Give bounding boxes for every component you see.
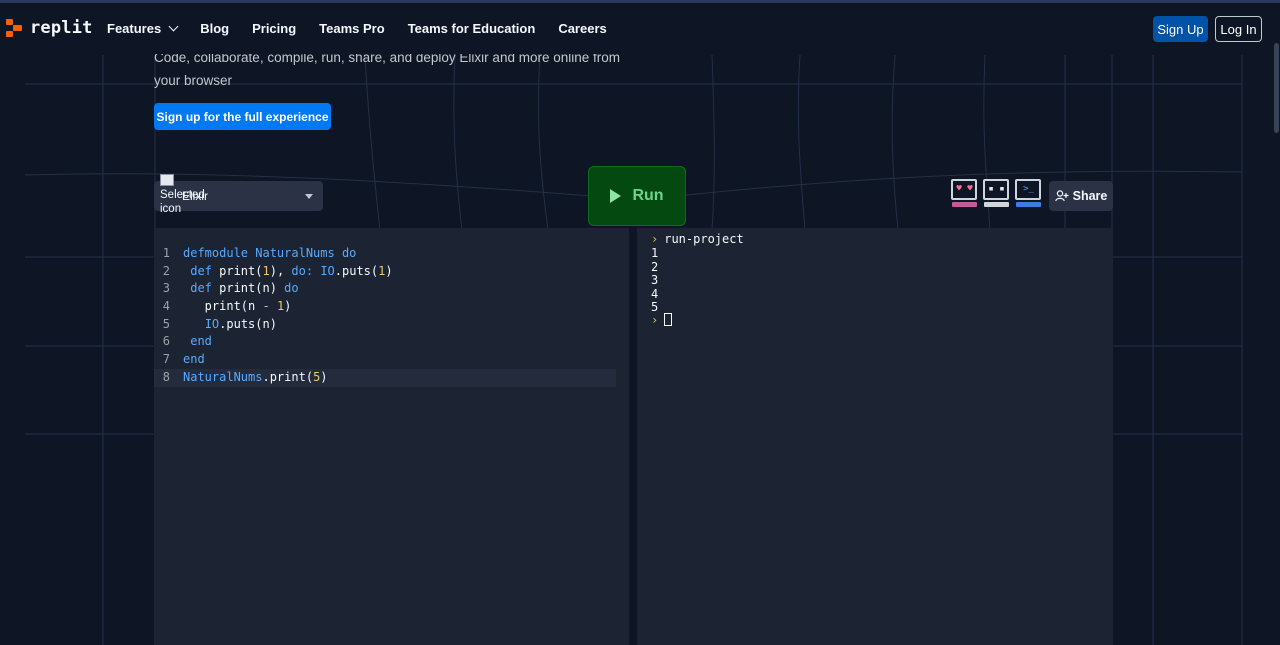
code-line[interactable]: 7 end — [154, 351, 629, 369]
code-line[interactable]: 2 def print(1), do: IO.puts(1) — [154, 263, 629, 281]
language-select-value: Elixir — [182, 189, 208, 203]
dropdown-arrow-icon — [305, 194, 313, 199]
code-token: ) — [284, 299, 292, 314]
code-text: IO.puts(n) — [183, 316, 277, 334]
run-button[interactable]: Run — [588, 166, 686, 226]
nav-features-label: Features — [107, 21, 162, 36]
prompt-chevron-icon: › — [651, 313, 659, 327]
heart-eyes-icon: ♥ ♥ — [950, 179, 979, 210]
neutral-face-icon: ▪ ▪ — [982, 179, 1011, 210]
replit-logo[interactable]: replit — [6, 18, 93, 38]
code-token: end — [183, 352, 205, 367]
nav-pricing[interactable]: Pricing — [252, 21, 296, 36]
code-token: do: — [291, 263, 321, 278]
code-token: ), — [269, 263, 292, 278]
terminal-face-icon: >_ — [1014, 179, 1043, 210]
console-output-line: 5 — [651, 300, 659, 314]
nav-careers[interactable]: Careers — [558, 21, 606, 36]
code-token: do — [284, 281, 299, 296]
logo-text: replit — [30, 18, 93, 38]
prompt-chevron-icon: › — [651, 232, 659, 246]
log-in-button[interactable]: Log In — [1215, 16, 1262, 42]
code-token: print(n) — [219, 281, 285, 296]
console-output[interactable]: › run-project 1 2 3 4 5 › — [637, 228, 1113, 645]
code-text: def print(n) do — [183, 280, 299, 298]
signup-full-experience-button[interactable]: Sign up for the full experience — [154, 103, 331, 130]
line-number: 6 — [162, 334, 170, 349]
code-token: NaturalNums — [255, 246, 342, 260]
code-line[interactable]: 4 print(n - 1) — [154, 298, 629, 316]
code-text: end — [183, 351, 205, 369]
console-output-line: 3 — [651, 273, 659, 287]
line-number: 2 — [162, 263, 170, 278]
code-editor[interactable]: 1 defmodule NaturalNums do 2 def print(1),… — [154, 228, 629, 645]
collaborator-avatars: ♥ ♥ ▪ ▪ >_ — [950, 179, 1043, 210]
code-token: .print( — [262, 369, 314, 384]
nav-teams-education[interactable]: Teams for Education — [408, 21, 536, 36]
line-number: 8 — [162, 369, 170, 384]
code-token: IO — [204, 316, 220, 331]
code-token: end — [183, 334, 212, 349]
code-token: ) — [320, 369, 328, 384]
panel-resize-handle[interactable] — [629, 228, 637, 645]
line-number: 4 — [162, 299, 170, 314]
code-line[interactable]: 5 IO.puts(n) — [154, 316, 629, 334]
nav-teams-pro[interactable]: Teams Pro — [319, 21, 385, 36]
code-token: NaturalNums — [183, 369, 263, 384]
code-lines: 1 defmodule NaturalNums do 2 def print(1),… — [154, 245, 629, 387]
console-command: run-project — [664, 232, 744, 246]
code-line[interactable]: 8 NaturalNums.print(5) — [154, 368, 616, 387]
line-number: 3 — [162, 281, 170, 296]
top-navigation: replit Features Blog Pricing Teams Pro T… — [0, 3, 1280, 54]
code-token: 1 — [262, 263, 270, 278]
console-output-line: 1 — [651, 246, 659, 260]
nav-blog[interactable]: Blog — [200, 21, 229, 36]
code-text: def print(1), do: IO.puts(1) — [183, 263, 393, 281]
share-label: Share — [1072, 189, 1108, 203]
console-input-line[interactable]: › — [651, 313, 673, 327]
code-token: defmodule — [183, 246, 256, 260]
code-token: - — [262, 299, 277, 314]
code-token: .puts( — [334, 263, 379, 278]
chevron-down-icon — [168, 21, 179, 32]
text-cursor — [664, 313, 673, 326]
line-number: 5 — [162, 316, 170, 331]
line-number: 1 — [162, 246, 170, 260]
code-line[interactable]: 6 end — [154, 333, 629, 351]
code-text: end — [183, 333, 212, 351]
code-text: NaturalNums.print(5) — [183, 369, 328, 387]
sign-up-button[interactable]: Sign Up — [1153, 16, 1208, 42]
code-line[interactable]: 3 def print(n) do — [154, 280, 629, 298]
console-output-line: 4 — [651, 286, 659, 301]
code-token: ) — [385, 263, 393, 278]
add-user-icon — [1054, 190, 1069, 202]
code-token: IO — [320, 263, 335, 278]
nav-features[interactable]: Features — [107, 21, 179, 36]
run-label: Run — [632, 187, 664, 204]
code-token: def — [183, 281, 220, 296]
code-line[interactable]: 1 defmodule NaturalNums do — [154, 245, 629, 263]
scrollbar-thumb[interactable] — [1274, 43, 1279, 133]
console-output-line: 2 — [651, 259, 659, 274]
code-text: print(n - 1) — [183, 298, 292, 316]
code-token: print( — [219, 263, 263, 278]
share-button[interactable]: Share — [1049, 181, 1113, 211]
nav-links: Features Blog Pricing Teams Pro Teams fo… — [107, 21, 630, 36]
line-number: 7 — [162, 352, 170, 367]
broken-image-icon — [160, 174, 174, 186]
code-text: defmodule NaturalNums do — [183, 245, 356, 263]
code-token: do — [341, 246, 357, 260]
replit-logo-icon — [6, 19, 22, 37]
console-command-line: › run-project — [651, 232, 744, 246]
code-token: .puts(n) — [219, 316, 277, 331]
code-token: def — [183, 263, 220, 278]
code-token: print(n — [183, 299, 263, 314]
play-icon — [610, 189, 622, 203]
